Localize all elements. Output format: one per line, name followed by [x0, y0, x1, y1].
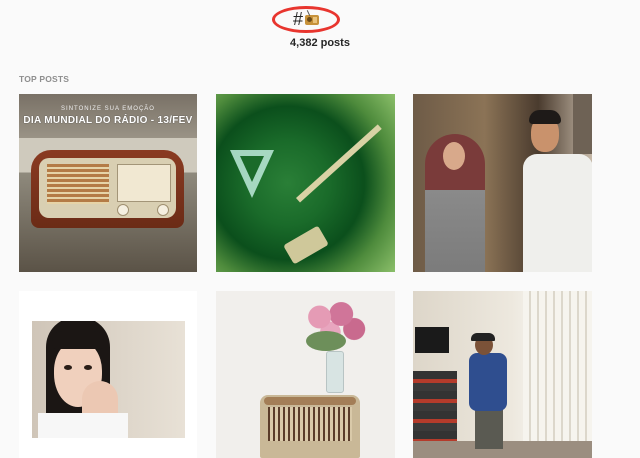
- tv-screen: [415, 327, 449, 353]
- radio-emoji-icon: [305, 9, 319, 25]
- woman-face: [443, 142, 465, 170]
- post-tile-radio-poster[interactable]: SINTONIZE SUA EMOÇÃO DIA MUNDIAL DO RÁDI…: [19, 94, 197, 272]
- poster-title: DIA MUNDIAL DO RÁDIO - 13/FEV: [23, 115, 193, 126]
- post-tile-two-people[interactable]: [413, 94, 592, 272]
- vintage-radio-image: [260, 395, 360, 458]
- selfie-photo: [32, 321, 185, 438]
- post-tile-flowers-radio[interactable]: [216, 291, 395, 458]
- post-tile-vinyl[interactable]: [216, 94, 395, 272]
- man-cap: [471, 333, 495, 341]
- man-jacket: [469, 353, 507, 411]
- glass-vase: [326, 351, 344, 393]
- window-curtain: [523, 291, 592, 458]
- flower-leaves: [306, 331, 346, 351]
- triangle-inner: [240, 156, 264, 182]
- vintage-radio-image: [31, 150, 184, 228]
- tonearm-head: [283, 225, 329, 265]
- hashtag-highlight-circle: #: [272, 6, 340, 33]
- post-count: 4,382 posts: [290, 37, 350, 49]
- hashtag-header: # 4,382 posts: [0, 0, 640, 60]
- top-posts-label: TOP POSTS: [19, 74, 70, 84]
- hashtag-symbol: #: [292, 9, 303, 29]
- man-figure: [523, 154, 592, 272]
- wall-frame: [573, 94, 592, 154]
- poster-tagline: SINTONIZE SUA EMOÇÃO: [61, 106, 155, 112]
- post-tile-girl-selfie[interactable]: [19, 291, 197, 458]
- man-pants: [475, 407, 503, 449]
- tonearm-image: [296, 124, 382, 203]
- man-hair: [529, 110, 561, 124]
- hashtag-title: #: [293, 9, 319, 30]
- post-tile-man-dancing[interactable]: [413, 291, 592, 458]
